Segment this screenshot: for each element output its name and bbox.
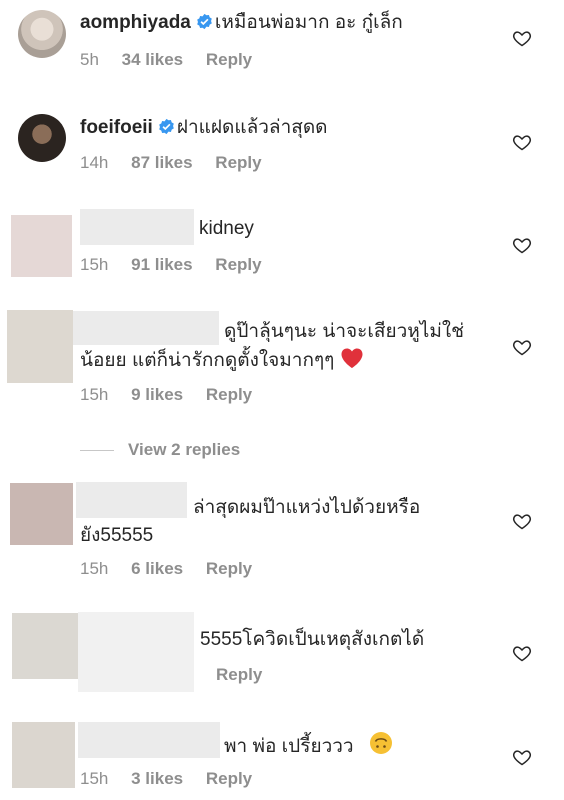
comment-text-row: foeifoeii ฝาแฝดแล้วล่าสุดด — [80, 115, 328, 141]
comment-body-text: น้อยย แต่ก็น่ารักกดูตั้งใจมากๆๆ — [80, 350, 335, 371]
divider — [80, 450, 114, 452]
blurred-avatar — [10, 483, 73, 545]
like-heart-icon[interactable] — [512, 337, 532, 357]
blurred-username — [80, 209, 194, 245]
comment-text-row: พา พ่อ เปรี้ยววว — [224, 731, 393, 760]
comment-3: kidney 15h 91 likes Reply — [0, 205, 564, 295]
blurred-avatar — [11, 215, 72, 277]
comment-body: ฝาแฝดแล้วล่าสุดด — [176, 117, 328, 138]
timestamp: 15h — [80, 769, 109, 788]
blurred-username — [78, 722, 220, 758]
view-replies-label: View 2 replies — [128, 440, 241, 459]
comment-meta: 15h 9 likes Reply — [80, 385, 270, 405]
red-heart-emoji — [341, 348, 363, 368]
comment-body-line2: ยัง55555 — [80, 525, 154, 546]
blurred-avatar — [7, 310, 73, 383]
timestamp: 15h — [80, 559, 109, 578]
reply-button[interactable]: Reply — [215, 153, 261, 172]
reply-button[interactable]: Reply — [206, 385, 252, 404]
reply-button[interactable]: Reply — [206, 559, 252, 578]
like-heart-icon[interactable] — [512, 132, 532, 152]
blurred-username — [73, 311, 219, 345]
comment-body-line1: ล่าสุดผมป๊าแหว่งไปด้วยหรือ — [193, 497, 421, 518]
comment-text-row: aomphiyada เหมือนพ่อมาก อะ กู๋เล็ก — [80, 10, 403, 36]
comment-body-line2: น้อยย แต่ก็น่ารักกดูตั้งใจมากๆๆ — [80, 347, 364, 374]
reply-button[interactable]: Reply — [206, 50, 252, 69]
verified-badge-icon — [197, 13, 212, 30]
likes-count[interactable]: 3 likes — [131, 769, 183, 788]
comment-meta: 5h 34 likes Reply — [80, 50, 270, 70]
comment-meta: 15h 3 likes Reply — [80, 769, 270, 789]
upside-down-face-emoji — [369, 732, 392, 754]
comment-body-line1: ดูป๊าลุ้นๆนะ น่าจะเสียวหูไม่ใช่ — [224, 321, 465, 342]
blurred-avatar — [12, 613, 78, 679]
likes-count[interactable]: 9 likes — [131, 385, 183, 404]
username[interactable]: aomphiyada — [80, 12, 191, 33]
timestamp: 15h — [80, 255, 109, 274]
blurred-username — [76, 482, 187, 518]
reply-button[interactable]: Reply — [206, 769, 252, 788]
comment-2: foeifoeii ฝาแฝดแล้วล่าสุดด 14h 87 likes R… — [0, 105, 564, 200]
like-heart-icon[interactable] — [512, 235, 532, 255]
like-heart-icon[interactable] — [512, 747, 532, 767]
likes-count[interactable]: 6 likes — [131, 559, 183, 578]
verified-badge-icon — [159, 118, 174, 135]
comment-6: 5555โควิดเป็นเหตุสังเกตได้ Reply — [0, 608, 564, 700]
reply-button[interactable]: Reply — [215, 255, 261, 274]
reply-button[interactable]: Reply — [216, 665, 262, 684]
comment-4: ดูป๊าลุ้นๆนะ น่าจะเสียวหูไม่ใช่ น้อยย แต… — [0, 305, 564, 415]
view-replies-button[interactable]: View 2 replies — [80, 440, 240, 460]
timestamp: 5h — [80, 50, 99, 69]
comment-meta: 14h 87 likes Reply — [80, 153, 280, 173]
timestamp: 14h — [80, 153, 109, 172]
timestamp: 15h — [80, 385, 109, 404]
blurred-avatar — [12, 722, 75, 788]
comment-meta: 15h 91 likes Reply — [80, 255, 280, 275]
username[interactable]: foeifoeii — [80, 117, 153, 138]
like-heart-icon[interactable] — [512, 511, 532, 531]
comment-7: พา พ่อ เปรี้ยววว 15h 3 likes Reply — [0, 712, 564, 800]
comment-body: 5555โควิดเป็นเหตุสังเกตได้ — [200, 629, 425, 650]
comment-meta: Reply — [216, 665, 280, 685]
likes-count[interactable]: 87 likes — [131, 153, 192, 172]
comment-meta: 15h 6 likes Reply — [80, 559, 270, 579]
comment-1: aomphiyada เหมือนพ่อมาก อะ กู๋เล็ก 5h 34 … — [0, 0, 564, 95]
likes-count[interactable]: 34 likes — [122, 50, 183, 69]
blurred-username — [78, 612, 194, 692]
comment-body: เหมือนพ่อมาก อะ กู๋เล็ก — [214, 12, 403, 33]
comment-body: พา พ่อ เปรี้ยววว — [224, 736, 354, 757]
like-heart-icon[interactable] — [512, 28, 532, 48]
comment-body: kidney — [199, 218, 254, 239]
avatar[interactable] — [18, 10, 66, 58]
comment-5: ล่าสุดผมป๊าแหว่งไปด้วยหรือ ยัง55555 15h … — [0, 478, 564, 588]
like-heart-icon[interactable] — [512, 643, 532, 663]
likes-count[interactable]: 91 likes — [131, 255, 192, 274]
avatar[interactable] — [18, 114, 66, 162]
